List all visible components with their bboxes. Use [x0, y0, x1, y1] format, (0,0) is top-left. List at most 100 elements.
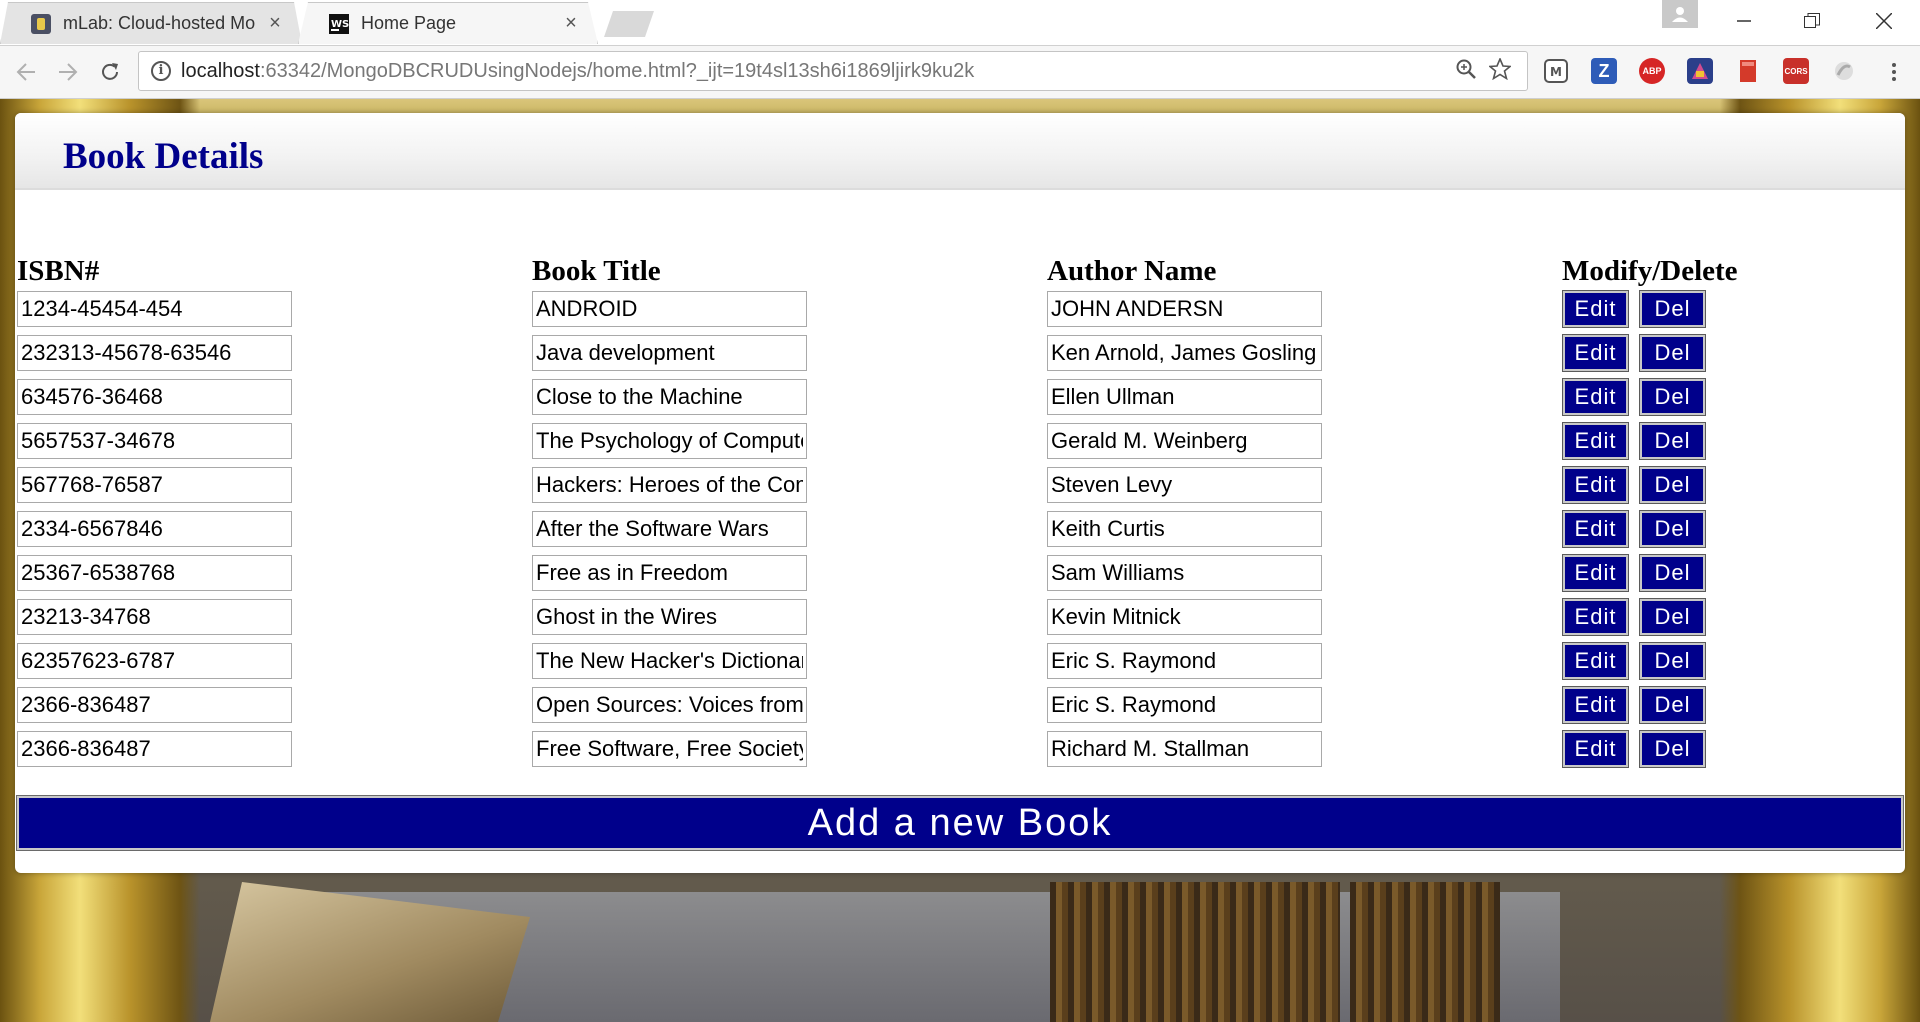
- isbn-field[interactable]: [17, 379, 292, 415]
- delete-button[interactable]: Del: [1639, 642, 1706, 680]
- tab-close-icon[interactable]: ×: [263, 12, 287, 35]
- browser-menu-icon[interactable]: [1876, 54, 1912, 90]
- mlab-extension-icon[interactable]: M: [1543, 58, 1569, 84]
- delete-button[interactable]: Del: [1639, 378, 1706, 416]
- edit-button[interactable]: Edit: [1562, 290, 1629, 328]
- delete-button[interactable]: Del: [1639, 422, 1706, 460]
- isbn-field[interactable]: [17, 511, 292, 547]
- book-title-field[interactable]: [532, 555, 807, 591]
- cors-icon[interactable]: CORS: [1783, 58, 1809, 84]
- site-info-icon[interactable]: i: [151, 61, 171, 81]
- edit-button[interactable]: Edit: [1562, 466, 1629, 504]
- book-title-field[interactable]: [532, 423, 807, 459]
- isbn-field[interactable]: [17, 423, 292, 459]
- edit-button[interactable]: Edit: [1562, 730, 1629, 768]
- column-header-author: Author Name: [1047, 255, 1217, 287]
- book-title-field[interactable]: [532, 599, 807, 635]
- isbn-field[interactable]: [17, 291, 292, 327]
- author-name-field[interactable]: [1047, 599, 1322, 635]
- back-icon[interactable]: [8, 54, 44, 90]
- delete-button[interactable]: Del: [1639, 554, 1706, 592]
- author-name-field[interactable]: [1047, 643, 1322, 679]
- edit-button[interactable]: Edit: [1562, 422, 1629, 460]
- add-new-book-button[interactable]: Add a new Book: [16, 795, 1904, 851]
- author-name-field[interactable]: [1047, 687, 1322, 723]
- forward-icon[interactable]: [50, 54, 86, 90]
- address-bar[interactable]: i localhost:63342/MongoDBCRUDUsingNodejs…: [138, 51, 1528, 91]
- book-title-field[interactable]: [532, 379, 807, 415]
- bookmark-star-icon[interactable]: [1487, 56, 1513, 86]
- minimize-icon[interactable]: [1716, 0, 1772, 42]
- delete-button[interactable]: Del: [1639, 598, 1706, 636]
- zoom-icon[interactable]: [1455, 58, 1477, 86]
- table-row: Edit Del: [15, 730, 1905, 768]
- edit-button[interactable]: Edit: [1562, 510, 1629, 548]
- page-viewport: Book Details ISBN# Book Title Author Nam…: [0, 99, 1920, 1022]
- edit-button[interactable]: Edit: [1562, 642, 1629, 680]
- edit-button[interactable]: Edit: [1562, 378, 1629, 416]
- delete-button[interactable]: Del: [1639, 290, 1706, 328]
- author-name-field[interactable]: [1047, 511, 1322, 547]
- profile-avatar-icon[interactable]: [1662, 0, 1698, 28]
- edit-button[interactable]: Edit: [1562, 334, 1629, 372]
- zotero-icon[interactable]: Z: [1591, 58, 1617, 84]
- tab-mlab[interactable]: mLab: Cloud-hosted Mo ×: [0, 2, 302, 44]
- book-title-field[interactable]: [532, 467, 807, 503]
- table-row: Edit Del: [15, 422, 1905, 460]
- table-row: Edit Del: [15, 378, 1905, 416]
- delete-button[interactable]: Del: [1639, 686, 1706, 724]
- isbn-field[interactable]: [17, 555, 292, 591]
- table-row: Edit Del: [15, 554, 1905, 592]
- isbn-field[interactable]: [17, 643, 292, 679]
- extension-blue-icon[interactable]: [1687, 58, 1713, 84]
- book-title-field[interactable]: [532, 511, 807, 547]
- author-name-field[interactable]: [1047, 467, 1322, 503]
- tab-home-page[interactable]: WS Home Page ×: [298, 2, 598, 44]
- column-header-title: Book Title: [532, 255, 661, 287]
- isbn-field[interactable]: [17, 687, 292, 723]
- edit-button[interactable]: Edit: [1562, 598, 1629, 636]
- book-title-field[interactable]: [532, 731, 807, 767]
- page-title: Book Details: [63, 136, 264, 177]
- background-bookshelf: [1350, 882, 1500, 1022]
- table-row: Edit Del: [15, 642, 1905, 680]
- reload-icon[interactable]: [92, 54, 128, 90]
- isbn-field[interactable]: [17, 335, 292, 371]
- isbn-field[interactable]: [17, 731, 292, 767]
- author-name-field[interactable]: [1047, 423, 1322, 459]
- mlab-favicon-icon: [31, 13, 51, 34]
- edit-button[interactable]: Edit: [1562, 554, 1629, 592]
- restore-icon[interactable]: [1784, 0, 1840, 42]
- svg-text:M: M: [1550, 65, 1562, 79]
- book-title-field[interactable]: [532, 687, 807, 723]
- delete-button[interactable]: Del: [1639, 334, 1706, 372]
- bookmark-red-icon[interactable]: [1735, 58, 1761, 84]
- author-name-field[interactable]: [1047, 291, 1322, 327]
- close-window-icon[interactable]: [1856, 0, 1912, 42]
- book-title-field[interactable]: [532, 643, 807, 679]
- book-details-panel: Book Details ISBN# Book Title Author Nam…: [15, 113, 1905, 873]
- column-header-actions: Modify/Delete: [1562, 255, 1738, 287]
- delete-button[interactable]: Del: [1639, 466, 1706, 504]
- isbn-field[interactable]: [17, 467, 292, 503]
- delete-button[interactable]: Del: [1639, 510, 1706, 548]
- new-tab-button[interactable]: [604, 11, 654, 37]
- background-bookshelf: [1050, 882, 1340, 1022]
- tab-close-icon[interactable]: ×: [559, 12, 583, 35]
- adblock-plus-icon[interactable]: ABP: [1639, 58, 1665, 84]
- book-title-field[interactable]: [532, 335, 807, 371]
- table-row: Edit Del: [15, 510, 1905, 548]
- table-row: Edit Del: [15, 466, 1905, 504]
- svg-text:WS: WS: [331, 19, 349, 30]
- delete-button[interactable]: Del: [1639, 730, 1706, 768]
- isbn-field[interactable]: [17, 599, 292, 635]
- author-name-field[interactable]: [1047, 555, 1322, 591]
- book-title-field[interactable]: [532, 291, 807, 327]
- author-name-field[interactable]: [1047, 731, 1322, 767]
- edit-button[interactable]: Edit: [1562, 686, 1629, 724]
- extension-grey-icon[interactable]: [1831, 58, 1857, 84]
- table-row: Edit Del: [15, 686, 1905, 724]
- tab-title: mLab: Cloud-hosted Mo: [63, 13, 256, 33]
- author-name-field[interactable]: [1047, 335, 1322, 371]
- author-name-field[interactable]: [1047, 379, 1322, 415]
